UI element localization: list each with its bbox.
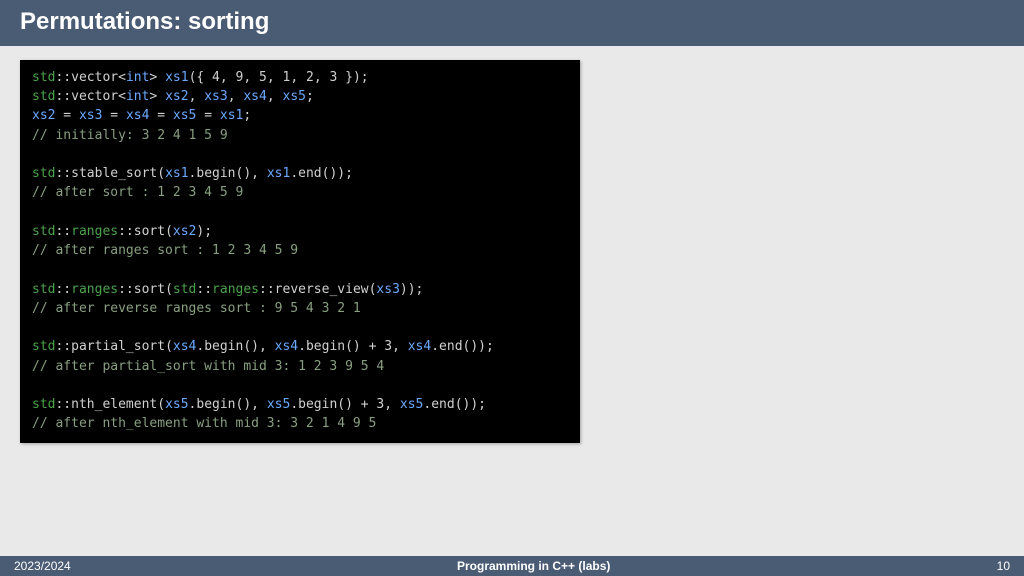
slide: Permutations: sorting std::vector<int> x… — [0, 0, 1024, 576]
footer-page: 10 — [997, 559, 1010, 573]
code-block: std::vector<int> xs1({ 4, 9, 5, 1, 2, 3 … — [20, 60, 580, 443]
footer-year: 2023/2024 — [14, 559, 71, 573]
code-content: std::vector<int> xs1({ 4, 9, 5, 1, 2, 3 … — [32, 68, 568, 433]
slide-body: std::vector<int> xs1({ 4, 9, 5, 1, 2, 3 … — [0, 46, 1024, 556]
slide-footer: 2023/2024 Programming in C++ (labs) 10 — [0, 556, 1024, 576]
footer-course: Programming in C++ (labs) — [457, 559, 610, 573]
slide-header: Permutations: sorting — [0, 0, 1024, 46]
slide-title: Permutations: sorting — [20, 8, 1004, 36]
